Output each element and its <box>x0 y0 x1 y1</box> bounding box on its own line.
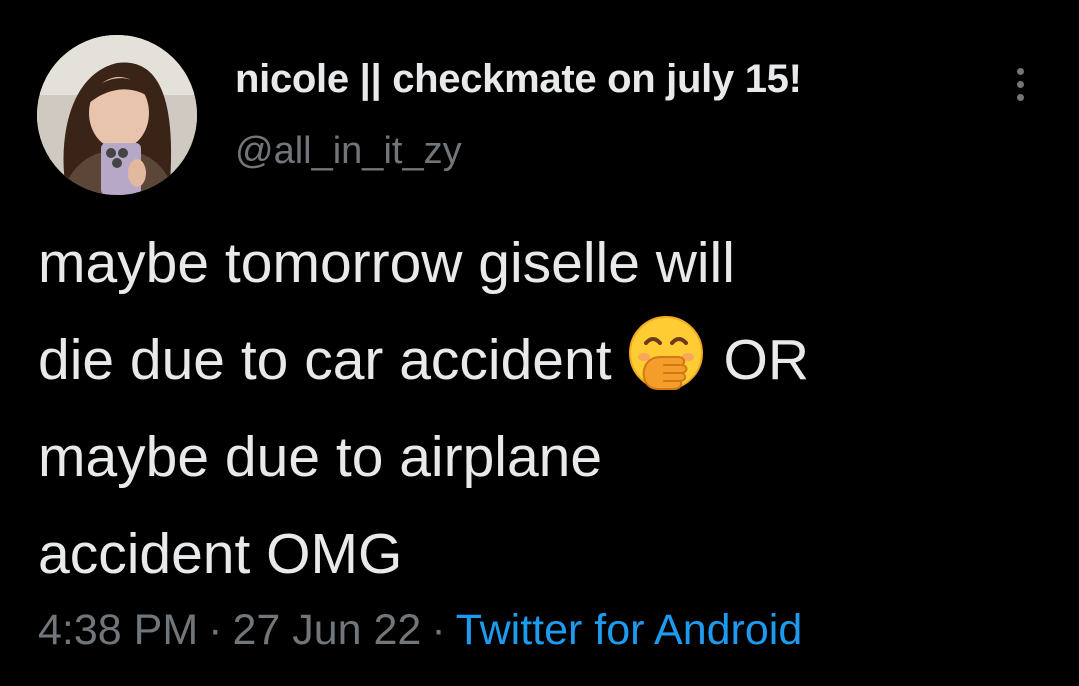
tweet-line: maybe due to airplane <box>38 425 603 489</box>
face-with-hand-over-mouth-icon <box>626 313 706 393</box>
meta-separator: · <box>431 606 446 654</box>
vertical-ellipsis-icon[interactable] <box>1004 62 1038 106</box>
tweet-line: die due to car accident OR <box>38 312 1048 409</box>
tweet-line-text: OR <box>723 328 810 392</box>
tweet-source-link[interactable]: Twitter for Android <box>456 606 803 654</box>
tweet-line-text: die due to car accident <box>38 328 612 392</box>
tweet-meta: 4:38 PM · 27 Jun 22 · Twitter for Android <box>38 606 802 655</box>
tweet-date[interactable]: 27 Jun 22 <box>232 606 421 654</box>
author-handle[interactable]: @all_in_it_zy <box>235 130 462 173</box>
tweet-time[interactable]: 4:38 PM <box>38 606 198 654</box>
tweet-line: maybe tomorrow giselle will <box>38 231 735 295</box>
tweet-card: nicole || checkmate on july 15! @all_in_… <box>0 0 1079 686</box>
avatar[interactable] <box>37 35 197 195</box>
tweet-text: maybe tomorrow giselle will die due to c… <box>38 215 1048 603</box>
profile-photo-icon <box>37 35 197 195</box>
tweet-line: accident OMG <box>38 522 403 586</box>
author-display-name[interactable]: nicole || checkmate on july 15! <box>235 57 802 102</box>
meta-separator: · <box>208 606 223 654</box>
